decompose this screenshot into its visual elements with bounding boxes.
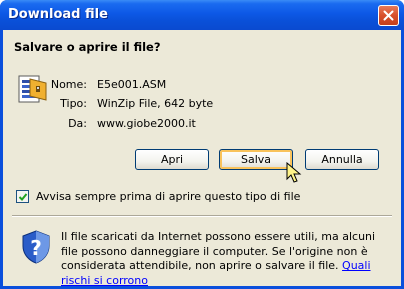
separator [12,215,392,217]
dialog-body: Salvare o aprire il file? Nome: E5e001.A… [3,30,401,288]
always-ask-checkbox[interactable] [16,190,29,203]
type-label: Tipo: [60,97,87,110]
window-title: Download file [8,7,108,22]
close-icon [383,10,394,21]
close-button[interactable] [378,5,399,26]
dialog-question: Salvare o aprire il file? [14,40,161,54]
title-bar[interactable]: Download file [0,0,404,30]
type-value: WinZip File, 642 byte [97,97,214,110]
svg-text:?: ? [30,236,42,260]
source-label: Da: [68,117,87,130]
save-button[interactable]: Salva [219,149,293,170]
cancel-button[interactable]: Annulla [305,149,379,170]
always-ask-label: Avvisa sempre prima di aprire questo tip… [36,190,301,203]
name-label: Nome: [50,78,87,91]
checkmark-icon [18,193,28,201]
source-value: www.giobe2000.it [97,117,196,130]
security-shield-icon: ? [22,230,50,264]
security-info: Il file scaricati da Internet possono es… [61,230,391,288]
open-button[interactable]: Apri [135,149,209,170]
name-value: E5e001.ASM [97,78,167,91]
security-info-text: Il file scaricati da Internet possono es… [61,230,376,272]
download-dialog: Download file Salvare o aprire il file? … [0,0,404,289]
mouse-pointer-icon [286,162,302,183]
